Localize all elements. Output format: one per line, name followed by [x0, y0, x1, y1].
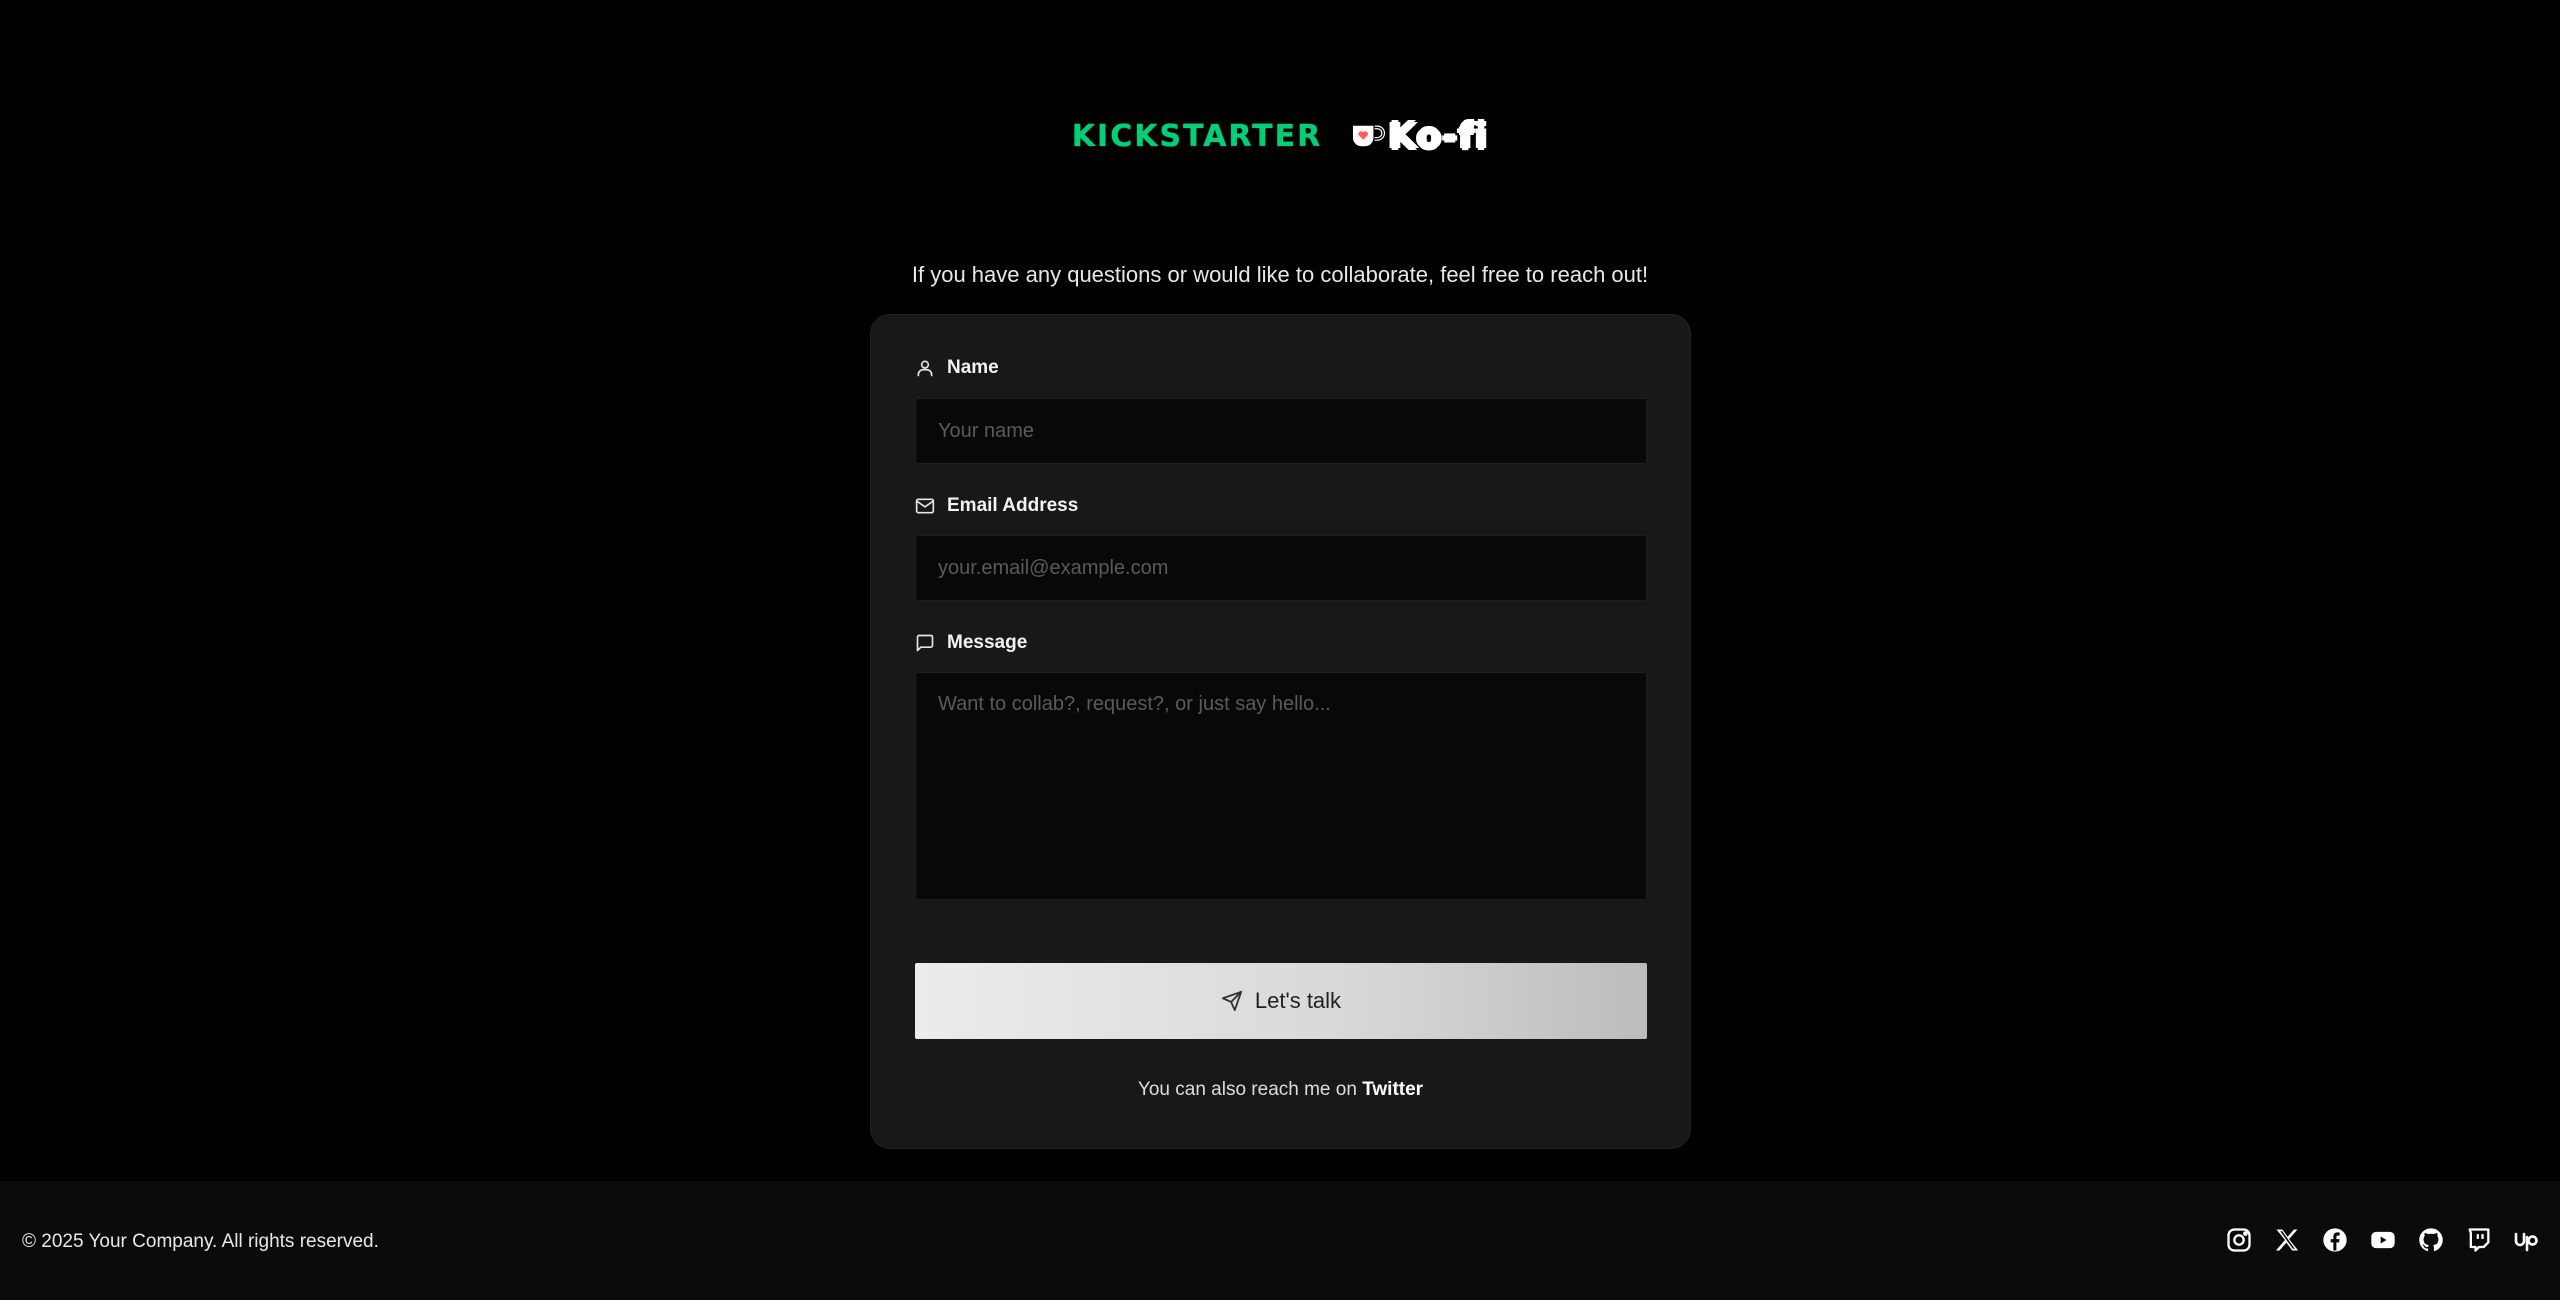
email-label-text: Email Address [947, 495, 1079, 516]
email-label: Email Address [915, 495, 1078, 517]
kofi-wordmark: Ko-fi [1387, 115, 1489, 158]
name-label-text: Name [947, 357, 999, 378]
name-input[interactable] [915, 398, 1647, 464]
copyright-text: © 2025 Your Company. All rights reserved… [22, 1231, 379, 1252]
social-links [2224, 1225, 2542, 1255]
send-icon [1221, 990, 1243, 1012]
mail-icon [915, 498, 935, 514]
twitter-link[interactable]: Twitter [1362, 1079, 1423, 1100]
upwork-icon[interactable] [2512, 1225, 2542, 1255]
alt-contact-prefix: You can also reach me on [1137, 1079, 1357, 1100]
instagram-icon[interactable] [2224, 1225, 2254, 1255]
youtube-icon[interactable] [2368, 1225, 2398, 1255]
alt-contact-line: You can also reach me on Twitter [871, 1079, 1690, 1101]
x-icon[interactable] [2272, 1225, 2302, 1255]
contact-form-card: Name Email Address Message Let's talk Yo… [870, 314, 1691, 1149]
user-icon [917, 360, 933, 377]
message-square-icon [916, 634, 934, 652]
message-textarea[interactable] [915, 672, 1647, 900]
email-input[interactable] [915, 535, 1647, 601]
message-label: Message [915, 632, 1027, 654]
footer: © 2025 Your Company. All rights reserved… [0, 1181, 2560, 1300]
lets-talk-label: Let's talk [1254, 988, 1342, 1013]
github-icon[interactable] [2416, 1225, 2446, 1255]
kofi-logo[interactable]: Ko-fi [1348, 115, 1489, 158]
kickstarter-logo[interactable]: KICKSTARTER [1072, 119, 1322, 154]
facebook-icon[interactable] [2320, 1225, 2350, 1255]
twitch-icon[interactable] [2464, 1225, 2494, 1255]
contact-page: KICKSTARTER Ko-fi If you have any questi… [0, 0, 2560, 1300]
name-label: Name [915, 357, 999, 379]
intro-text: If you have any questions or would like … [911, 262, 1649, 287]
message-label-text: Message [947, 632, 1028, 653]
lets-talk-button[interactable]: Let's talk [915, 963, 1647, 1039]
sponsor-logos: KICKSTARTER Ko-fi [0, 112, 2560, 160]
kofi-cup-icon [1348, 118, 1386, 154]
